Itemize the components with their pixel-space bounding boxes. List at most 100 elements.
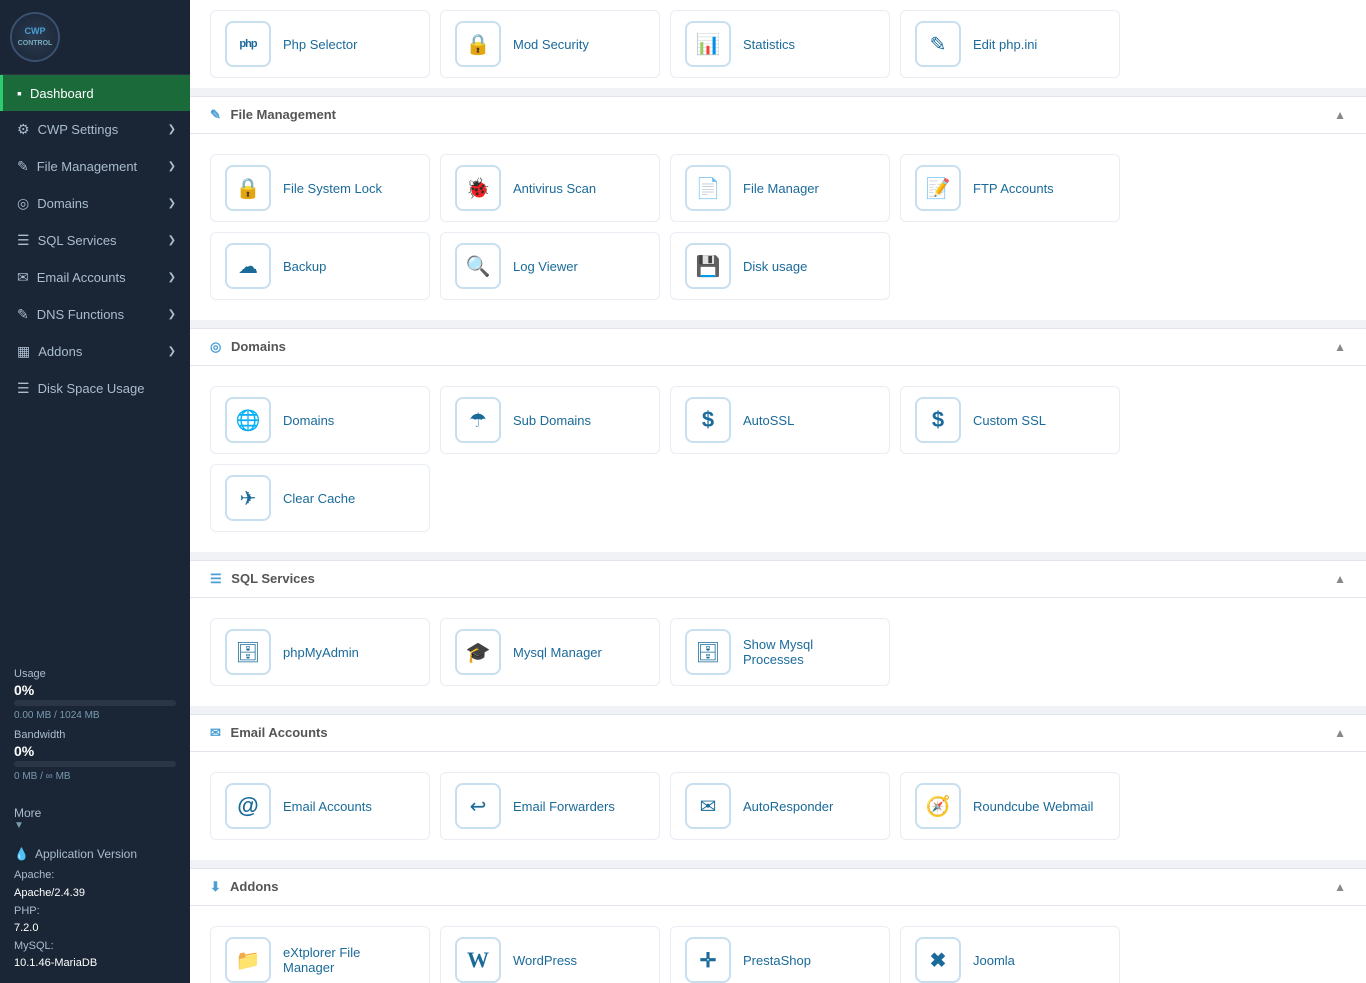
tile-sub-domains[interactable]: ☂ Sub Domains: [440, 386, 660, 454]
logo-area: CWPCONTROL: [0, 0, 190, 75]
tile-backup[interactable]: ☁ Backup: [210, 232, 430, 300]
tile-label: phpMyAdmin: [283, 645, 359, 660]
file-manager-icon: 📄: [685, 165, 731, 211]
bandwidth-value: 0%: [14, 743, 176, 759]
drop-icon: 💧: [14, 847, 29, 861]
tile-statistics[interactable]: 📊 Statistics: [670, 10, 890, 78]
tile-show-mysql[interactable]: 🗄 Show Mysql Processes: [670, 618, 890, 686]
sidebar-item-file-management[interactable]: ✎ File Management ❯: [0, 148, 190, 185]
tile-joomla[interactable]: ✖ Joomla: [900, 926, 1120, 983]
tile-clear-cache[interactable]: ✈ Clear Cache: [210, 464, 430, 532]
file-management-icon: ✎: [17, 158, 29, 175]
sidebar-item-domains[interactable]: ◎ Domains ❯: [0, 185, 190, 222]
file-management-header-label: File Management: [231, 107, 336, 122]
sub-domains-icon: ☂: [455, 397, 501, 443]
sql-services-section-body: 🗄 phpMyAdmin 🎓 Mysql Manager 🗄 Show Mysq…: [190, 598, 1366, 710]
tile-mysql-manager[interactable]: 🎓 Mysql Manager: [440, 618, 660, 686]
tile-label: Email Accounts: [283, 799, 372, 814]
usage-label: Usage: [14, 668, 176, 680]
tile-ftp-accounts[interactable]: 📝 FTP Accounts: [900, 154, 1120, 222]
file-management-section-icon: ✎: [210, 107, 221, 122]
sidebar-item-dns-functions[interactable]: ✎ DNS Functions ❯: [0, 296, 190, 333]
tile-extplorer[interactable]: 📁 eXtplorer File Manager: [210, 926, 430, 983]
email-forwarders-icon: ↩: [455, 783, 501, 829]
usage-section: Usage 0% 0.00 MB / 1024 MB Bandwidth 0% …: [0, 658, 190, 800]
disk-usage-icon: 💾: [685, 243, 731, 289]
sql-collapse-button[interactable]: ▲: [1334, 572, 1346, 586]
php-value: 7.2.0: [14, 922, 38, 934]
prestashop-icon: ✛: [685, 937, 731, 983]
tile-domains[interactable]: 🌐 Domains: [210, 386, 430, 454]
file-management-collapse-button[interactable]: ▲: [1334, 108, 1346, 122]
app-version-section: 💧 Application Version Apache: Apache/2.4…: [0, 837, 190, 983]
email-icon: ✉: [17, 269, 29, 286]
tile-wordpress[interactable]: W WordPress: [440, 926, 660, 983]
custom-ssl-icon: $: [915, 397, 961, 443]
mod-security-icon: 🔒: [455, 21, 501, 67]
sidebar-item-label: SQL Services: [38, 233, 117, 248]
tile-php-selector[interactable]: php Php Selector: [210, 10, 430, 78]
more-label: More: [14, 806, 41, 820]
tile-edit-phpini[interactable]: ✎ Edit php.ini: [900, 10, 1120, 78]
sql-section-icon: ☰: [210, 571, 222, 586]
autoresponder-icon: ✉: [685, 783, 731, 829]
tile-autoresponder[interactable]: ✉ AutoResponder: [670, 772, 890, 840]
more-section[interactable]: More ▼: [0, 800, 190, 837]
more-dropdown-icon: ▼: [14, 820, 176, 831]
sidebar-item-disk-space[interactable]: ☰ Disk Space Usage: [0, 370, 190, 407]
mysql-value: 10.1.46-MariaDB: [14, 957, 97, 969]
tile-disk-usage[interactable]: 💾 Disk usage: [670, 232, 890, 300]
tile-phpmyadmin[interactable]: 🗄 phpMyAdmin: [210, 618, 430, 686]
sidebar-item-dashboard[interactable]: ▪ Dashboard: [0, 75, 190, 111]
chevron-icon: ❯: [168, 346, 176, 357]
chevron-icon: ❯: [168, 198, 176, 209]
tile-email-accounts[interactable]: @ Email Accounts: [210, 772, 430, 840]
statistics-icon: 📊: [685, 21, 731, 67]
edit-phpini-icon: ✎: [915, 21, 961, 67]
email-accounts-section-body: @ Email Accounts ↩ Email Forwarders ✉ Au…: [190, 752, 1366, 864]
tile-label: AutoResponder: [743, 799, 833, 814]
tile-log-viewer[interactable]: 🔍 Log Viewer: [440, 232, 660, 300]
tile-autossl[interactable]: $ AutoSSL: [670, 386, 890, 454]
autossl-icon: $: [685, 397, 731, 443]
tile-label: Edit php.ini: [973, 37, 1037, 52]
file-management-section-body: 🔒 File System Lock 🐞 Antivirus Scan 📄 Fi…: [190, 134, 1366, 324]
tile-file-system-lock[interactable]: 🔒 File System Lock: [210, 154, 430, 222]
main-content: php Php Selector 🔒 Mod Security 📊 Statis…: [190, 0, 1366, 983]
email-collapse-button[interactable]: ▲: [1334, 726, 1346, 740]
tile-antivirus-scan[interactable]: 🐞 Antivirus Scan: [440, 154, 660, 222]
email-accounts-section-header: ✉ Email Accounts ▲: [190, 714, 1366, 752]
tile-roundcube[interactable]: 🧭 Roundcube Webmail: [900, 772, 1120, 840]
tile-email-forwarders[interactable]: ↩ Email Forwarders: [440, 772, 660, 840]
logo-icon: CWPCONTROL: [10, 12, 60, 62]
antivirus-scan-icon: 🐞: [455, 165, 501, 211]
email-accounts-header-content: ✉ Email Accounts: [210, 725, 328, 741]
domains-collapse-button[interactable]: ▲: [1334, 340, 1346, 354]
disk-space-icon: ☰: [17, 380, 30, 397]
tile-prestashop[interactable]: ✛ PrestaShop: [670, 926, 890, 983]
addons-collapse-button[interactable]: ▲: [1334, 880, 1346, 894]
bandwidth-detail: 0 MB / ∞ MB: [14, 771, 176, 782]
tile-label: File Manager: [743, 181, 819, 196]
tile-label: Backup: [283, 259, 326, 274]
tile-label: WordPress: [513, 953, 577, 968]
file-management-header-content: ✎ File Management: [210, 107, 336, 123]
tile-label: FTP Accounts: [973, 181, 1054, 196]
ftp-accounts-icon: 📝: [915, 165, 961, 211]
tile-label: Antivirus Scan: [513, 181, 596, 196]
tile-label: AutoSSL: [743, 413, 794, 428]
tile-file-manager[interactable]: 📄 File Manager: [670, 154, 890, 222]
addons-header-label: Addons: [230, 879, 278, 894]
sidebar-item-cwp-settings[interactable]: ⚙ CWP Settings ❯: [0, 111, 190, 148]
sidebar-item-addons[interactable]: ▦ Addons ❯: [0, 333, 190, 370]
domains-section-icon: ◎: [210, 339, 221, 354]
sidebar-item-sql-services[interactable]: ☰ SQL Services ❯: [0, 222, 190, 259]
sidebar-item-label: Addons: [38, 344, 82, 359]
sidebar-item-label: CWP Settings: [38, 122, 119, 137]
tile-label: Log Viewer: [513, 259, 578, 274]
tile-mod-security[interactable]: 🔒 Mod Security: [440, 10, 660, 78]
dns-icon: ✎: [17, 306, 29, 323]
tile-custom-ssl[interactable]: $ Custom SSL: [900, 386, 1120, 454]
sidebar-item-email-accounts[interactable]: ✉ Email Accounts ❯: [0, 259, 190, 296]
sql-services-header-label: SQL Services: [231, 571, 315, 586]
